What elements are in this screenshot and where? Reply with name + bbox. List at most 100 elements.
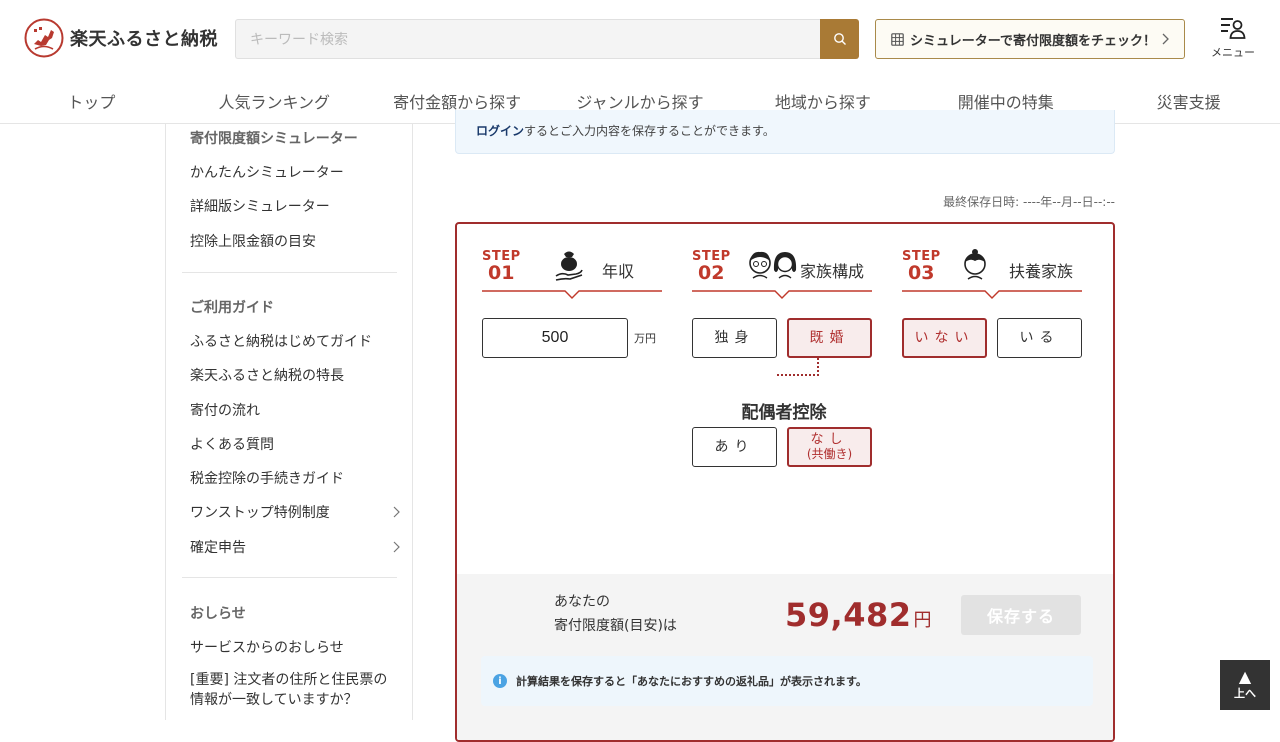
result-label-line1: あなたの [554,594,610,610]
sidebar-item-easy-simulator[interactable]: かんたんシミュレーター [190,162,400,182]
back-to-top-button[interactable]: ▲ 上へ [1220,660,1270,710]
arrow-up-icon: ▲ [1238,667,1252,686]
step-title: 扶養家族 [1009,262,1074,281]
sidebar-item-important-notice[interactable]: [重要] 注文者の住所と住民票の情報が一致していますか？ [190,670,400,710]
nav-ranking[interactable]: 人気ランキング [183,89,366,113]
sidebar-heading-guide: ご利用ガイド [190,300,274,316]
logo-text: 楽天ふるさと納税 [70,29,218,50]
menu-label: メニュー [1211,46,1255,59]
dependents-none-option[interactable]: いない [902,318,987,358]
sidebar-item-detailed-simulator[interactable]: 詳細版シミュレーター [190,196,400,216]
sidebar-heading-simulator: 寄付限度額シミュレーター [190,131,358,147]
nav-features[interactable]: 開催中の特集 [914,89,1097,113]
menu-button[interactable]: メニュー [1206,16,1260,62]
result-label: あなたの 寄付限度額(目安)は [554,590,677,638]
step-underline [482,290,662,299]
married-connector-line [777,358,819,376]
step-badge: STEP 01 [482,250,521,283]
sidebar-divider [182,577,397,578]
chevron-right-icon [393,506,400,518]
login-banner: ログインするとご入力内容を保存することができます。 [455,110,1115,154]
step-title: 年収 [602,262,635,281]
sidebar-item-tax-procedure[interactable]: 税金控除の手続きガイド [190,468,400,488]
sidebar-item-service-news[interactable]: サービスからのおしらせ [190,637,400,657]
result-label-line2: 寄付限度額(目安)は [554,618,677,634]
step-number: 02 [698,262,725,284]
annual-income-input[interactable] [482,318,628,358]
notice-text: 計算結果を保存すると「あなたにおすすめの返礼品」が表示されます。 [516,675,867,688]
sidebar-item-deduction-limit[interactable]: 控除上限金額の目安 [190,231,400,251]
sidebar-item-donation-flow[interactable]: 寄付の流れ [190,400,400,420]
menu-user-icon [1221,18,1246,39]
login-link[interactable]: ログイン [476,124,524,138]
site-logo[interactable]: 楽天ふるさと納税 [24,18,218,58]
sidebar-item-tax-return[interactable]: 確定申告 [190,537,400,557]
sidebar-item-label: ワンストップ特例制度 [190,505,330,521]
result-area: あなたの 寄付限度額(目安)は 59,482 円 保存する i 計算結果を保存する… [457,574,1113,740]
family-married-option[interactable]: 既婚 [787,318,872,358]
sidebar-item-features[interactable]: 楽天ふるさと納税の特長 [190,365,400,385]
dependents-yes-option[interactable]: いる [997,318,1082,358]
login-banner-text: するとご入力内容を保存することができます。 [524,124,775,138]
keyword-search-input[interactable] [235,19,820,59]
sidebar-item-label: 税金控除の手続きガイド [190,471,344,487]
sidebar-divider [182,272,397,273]
couple-icon [749,251,797,279]
sidebar-item-label: 詳細版シミュレーター [190,199,330,215]
nav-by-amount[interactable]: 寄付金額から探す [366,89,549,113]
child-icon [964,249,986,280]
step-number: 01 [488,262,515,284]
sidebar-item-label: 楽天ふるさと納税の特長 [190,368,344,384]
search-button[interactable] [820,19,859,59]
nav-top[interactable]: トップ [0,89,183,113]
chevron-right-icon [393,541,400,553]
sidebar-item-label: かんたんシミュレーター [190,165,344,181]
amount-unit: 円 [913,610,932,631]
sidebar-item-faq[interactable]: よくある質問 [190,434,400,454]
step-02-family: STEP 02 家族構成 [692,248,872,299]
save-recommendation-notice: i 計算結果を保存すると「あなたにおすすめの返礼品」が表示されます。 [481,656,1093,706]
sidebar-item-label: 控除上限金額の目安 [190,234,316,250]
chevron-right-icon [1162,33,1169,45]
step-title: 家族構成 [800,262,865,281]
step-underline [902,290,1082,299]
sidebar-item-label: 寄付の流れ [190,403,260,419]
donation-limit-amount: 59,482 円 [785,596,931,634]
sidebar-item-label: [重要] 注文者の住所と住民票の情報が一致していますか？ [190,672,388,708]
simulator-check-button[interactable]: シミュレーターで寄付限度額をチェック！ [875,19,1185,59]
simulator-button-label: シミュレーターで寄付限度額をチェック！ [910,33,1156,49]
sidebar-item-first-guide[interactable]: ふるさと納税はじめてガイド [190,331,400,351]
nav-by-region[interactable]: 地域から探す [731,89,914,113]
step-badge: STEP 03 [902,250,941,283]
sidebar-item-label: サービスからのおしらせ [190,640,344,656]
money-bag-hand-icon [555,251,583,281]
amount-value: 59,482 [785,596,912,634]
nav-by-genre[interactable]: ジャンルから探す [549,89,732,113]
step-number: 03 [908,262,935,284]
site-header: 楽天ふるさと納税 シミュレーターで寄付限度額をチェック！ メニュー [0,0,1280,78]
back-to-top-label: 上へ [1234,687,1256,700]
sidebar-heading-news: おしらせ [190,606,246,622]
sidebar: 寄付限度額シミュレーター かんたんシミュレーター 詳細版シミュレーター 控除上限… [165,124,413,720]
spouse-deduction-no-option[interactable]: なし (共働き) [787,427,872,467]
simulator-panel: STEP 01 年収 STEP 02 家族構成 STEP 03 扶養家族 500… [455,222,1115,742]
last-saved-datetime: 最終保存日時: ----年--月--日--:-- [943,195,1115,209]
save-button[interactable]: 保存する [961,595,1081,635]
step-badge: STEP 02 [692,250,731,283]
spouse-deduction-yes-option[interactable]: あり [692,427,777,467]
search-icon [833,33,846,45]
step-01-income: STEP 01 年収 [482,248,662,299]
sidebar-item-label: よくある質問 [190,437,274,453]
nav-disaster-support[interactable]: 災害支援 [1097,89,1280,113]
info-icon: i [493,674,507,688]
family-single-option[interactable]: 独身 [692,318,777,358]
sidebar-item-one-stop[interactable]: ワンストップ特例制度 [190,502,400,522]
sidebar-item-label: ふるさと納税はじめてガイド [190,334,372,350]
step-underline [692,290,872,299]
sidebar-item-label: 確定申告 [190,540,246,556]
spouse-deduction-title: 配偶者控除 [741,403,827,423]
step-03-dependents: STEP 03 扶養家族 [902,248,1082,299]
option-label-line1: なし [810,432,849,447]
option-label-line2: (共働き) [806,447,853,461]
furusato-logo-icon [24,18,64,58]
